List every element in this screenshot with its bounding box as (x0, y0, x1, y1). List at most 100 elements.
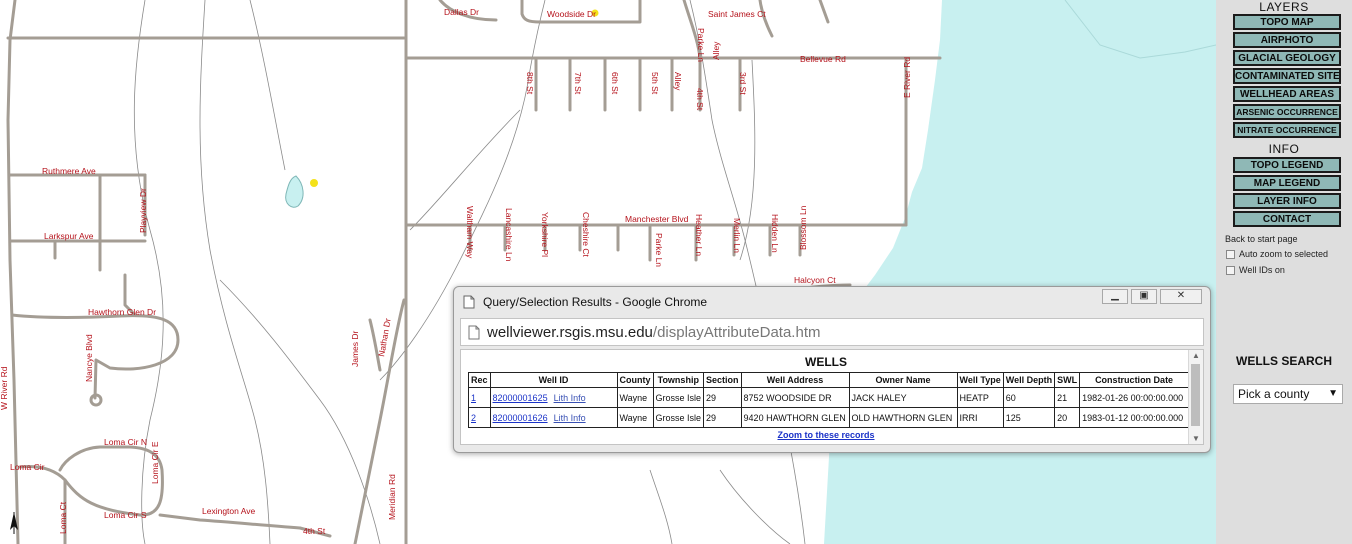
layer-contaminated-sites-button[interactable]: CONTAMINATED SITES (1233, 68, 1341, 84)
street-label: Loma Cir (10, 462, 45, 472)
section-cell: 29 (703, 387, 742, 408)
wells-search-title: WELLS SEARCH (1236, 354, 1332, 368)
col-type: Well Type (956, 372, 1004, 388)
street-label: Alley (673, 72, 683, 91)
owner-cell: OLD HAWTHORN GLEN (848, 407, 958, 428)
street-label: Alley (711, 41, 721, 60)
street-label: Hawthorn Glen Dr (88, 307, 156, 317)
township-cell: Grosse Isle (652, 387, 705, 408)
well-marker[interactable] (310, 179, 318, 187)
zoom-to-records-link[interactable]: Zoom to these records (461, 430, 1191, 440)
url-path: /displayAttributeData.htm (652, 324, 821, 341)
close-button[interactable]: ✕ (1160, 289, 1202, 304)
street-label: Cheshire Ct (581, 212, 591, 258)
street-label: Halcyon Ct (794, 275, 836, 285)
col-depth: Well Depth (1002, 372, 1056, 388)
map-view[interactable]: Dallas Dr Woodside Dr Saint James Ct Par… (0, 0, 1216, 544)
contact-button[interactable]: CONTACT (1233, 211, 1341, 227)
window-titlebar[interactable]: Query/Selection Results - Google Chrome … (454, 287, 1210, 317)
rec-link[interactable]: 1 (471, 393, 476, 403)
address-cell: 9420 HAWTHORN GLEN (740, 407, 850, 428)
sidebar: LAYERS TOPO MAP AIRPHOTO GLACIAL GEOLOGY… (1216, 0, 1352, 544)
layer-arsenic-occurrence-button[interactable]: ARSENIC OCCURRENCE (1233, 104, 1341, 120)
well-ids-label: Well IDs on (1239, 265, 1285, 275)
window-title: Query/Selection Results - Google Chrome (483, 295, 708, 309)
street-label: Merlin Ln (732, 218, 742, 253)
scroll-up-icon[interactable]: ▲ (1192, 351, 1200, 360)
well-ids-row[interactable]: Well IDs on (1226, 265, 1285, 275)
street-label: E River Rd (902, 57, 912, 98)
scrollbar-thumb[interactable] (1191, 364, 1200, 426)
street-label: 5th St (650, 72, 660, 95)
query-results-window[interactable]: Query/Selection Results - Google Chrome … (453, 286, 1211, 453)
owner-cell: JACK HALEY (848, 387, 958, 408)
maximize-button[interactable]: ▣ (1131, 289, 1157, 304)
county-cell: Wayne (616, 387, 654, 408)
section-cell: 29 (703, 407, 742, 428)
auto-zoom-row[interactable]: Auto zoom to selected (1226, 249, 1328, 259)
back-to-start-link[interactable]: Back to start page (1225, 234, 1298, 244)
col-owner: Owner Name (848, 372, 958, 388)
street-label: Dallas Dr (444, 7, 479, 17)
results-content: WELLS Rec Well ID County Township Sectio… (460, 349, 1204, 445)
layers-title: LAYERS (1259, 0, 1309, 14)
minimize-button[interactable]: ▁ (1102, 289, 1128, 304)
url-text: wellviewer.rsgis.msu.edu/displayAttribut… (487, 324, 820, 341)
scroll-down-icon[interactable]: ▼ (1192, 434, 1200, 443)
col-county: County (616, 372, 654, 388)
type-cell: HEATP (956, 387, 1004, 408)
well-ids-checkbox[interactable] (1226, 265, 1235, 275)
street-label: Nancye Blvd (84, 334, 94, 382)
street-label: 6th St (610, 72, 620, 95)
map-legend-button[interactable]: MAP LEGEND (1233, 175, 1341, 191)
street-label: Ruthmere Ave (42, 166, 96, 176)
address-bar[interactable]: wellviewer.rsgis.msu.edu/displayAttribut… (460, 318, 1204, 346)
street-label: 8th St (525, 72, 535, 95)
restore-icon: ▣ (1139, 290, 1149, 301)
street-label: Lancashire Ln (504, 208, 514, 262)
document-icon (463, 295, 475, 309)
street-label: Woodside Dr (547, 9, 596, 19)
dropdown-arrow-icon: ▼ (1328, 388, 1338, 399)
street-label: James Dr (350, 330, 360, 367)
topo-legend-button[interactable]: TOPO LEGEND (1233, 157, 1341, 173)
county-select[interactable]: Pick a county ▼ (1233, 384, 1343, 404)
street-label: Bellevue Rd (800, 54, 846, 64)
layer-glacial-geology-button[interactable]: GLACIAL GEOLOGY (1233, 50, 1341, 66)
street-label: Hidden Ln (770, 214, 780, 253)
auto-zoom-label: Auto zoom to selected (1239, 249, 1329, 259)
county-cell: Wayne (616, 407, 654, 428)
township-cell: Grosse Isle (652, 407, 705, 428)
rec-link[interactable]: 2 (471, 413, 476, 423)
street-label: Loma Ct (58, 501, 68, 534)
street-label: Larkspur Ave (44, 231, 94, 241)
auto-zoom-checkbox[interactable] (1226, 249, 1235, 259)
vertical-scrollbar[interactable]: ▲ ▼ (1188, 350, 1203, 444)
page-icon (468, 325, 480, 340)
river-water (824, 0, 1216, 544)
street-label: Blossom Ln (798, 205, 808, 250)
lith-info-link[interactable]: Lith Info (554, 393, 586, 403)
boundary-lines (133, 0, 806, 544)
layer-wellhead-areas-button[interactable]: WELLHEAD AREAS (1233, 86, 1341, 102)
table-row: 1 82000001625 Lith Info Wayne Grosse Isle… (468, 387, 1190, 408)
well-id-link[interactable]: 82000001625 (493, 393, 548, 403)
layer-airphoto-button[interactable]: AIRPHOTO (1233, 32, 1341, 48)
layer-info-button[interactable]: LAYER INFO (1233, 193, 1341, 209)
map-canvas[interactable]: Dallas Dr Woodside Dr Saint James Ct Par… (0, 0, 1216, 544)
well-id-link[interactable]: 82000001626 (493, 413, 548, 423)
street-label: 3rd St (738, 72, 748, 95)
col-address: Well Address (740, 372, 850, 388)
swl-cell: 20 (1054, 407, 1081, 428)
layer-nitrate-occurrence-button[interactable]: NITRATE OCCURRENCE (1233, 122, 1341, 138)
street-label: Loma Cir N (104, 437, 147, 447)
col-swl: SWL (1054, 372, 1081, 388)
address-cell: 8752 WOODSIDE DR (740, 387, 850, 408)
street-label: Manchester Blvd (625, 214, 689, 224)
url-host: wellviewer.rsgis.msu.edu (487, 324, 653, 341)
street-label: Lexington Ave (202, 506, 256, 516)
col-section: Section (703, 372, 742, 388)
layer-topo-map-button[interactable]: TOPO MAP (1233, 14, 1341, 30)
lith-info-link[interactable]: Lith Info (554, 413, 586, 423)
street-label: Loma Cir E (150, 441, 160, 484)
